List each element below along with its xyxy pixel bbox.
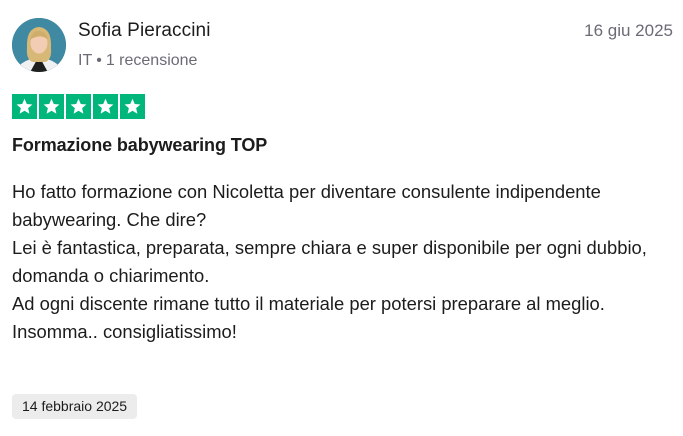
reviewer-meta: IT • 1 recensione — [78, 52, 197, 70]
reviewer-country: IT — [78, 52, 93, 69]
review-body-line: Ho fatto formazione con Nicoletta per di… — [12, 181, 601, 230]
reviewer-name[interactable]: Sofia Pieraccini — [78, 20, 211, 42]
review-body-line: Lei è fantastica, preparata, sempre chia… — [12, 237, 647, 286]
star-icon — [12, 94, 37, 119]
avatar-image — [12, 18, 66, 72]
review-body-line: Ad ogni discente rimane tutto il materia… — [12, 293, 605, 314]
reviewer-review-count: 1 recensione — [105, 52, 198, 69]
experience-date-badge: 14 febbraio 2025 — [12, 394, 138, 419]
review-date: 16 giu 2025 — [584, 21, 673, 40]
star-rating — [12, 94, 145, 119]
star-icon — [39, 94, 64, 119]
star-icon — [93, 94, 118, 119]
star-icon — [120, 94, 145, 119]
avatar[interactable] — [12, 18, 66, 72]
review-body: Ho fatto formazione con Nicoletta per di… — [12, 178, 672, 346]
star-icon — [66, 94, 91, 119]
meta-separator: • — [96, 52, 102, 69]
review-body-line: Insomma.. consigliatissimo! — [12, 321, 237, 342]
review-title[interactable]: Formazione babywearing TOP — [12, 135, 267, 156]
review-card: Sofia Pieraccini IT • 1 recensione 16 giu … — [0, 0, 683, 436]
